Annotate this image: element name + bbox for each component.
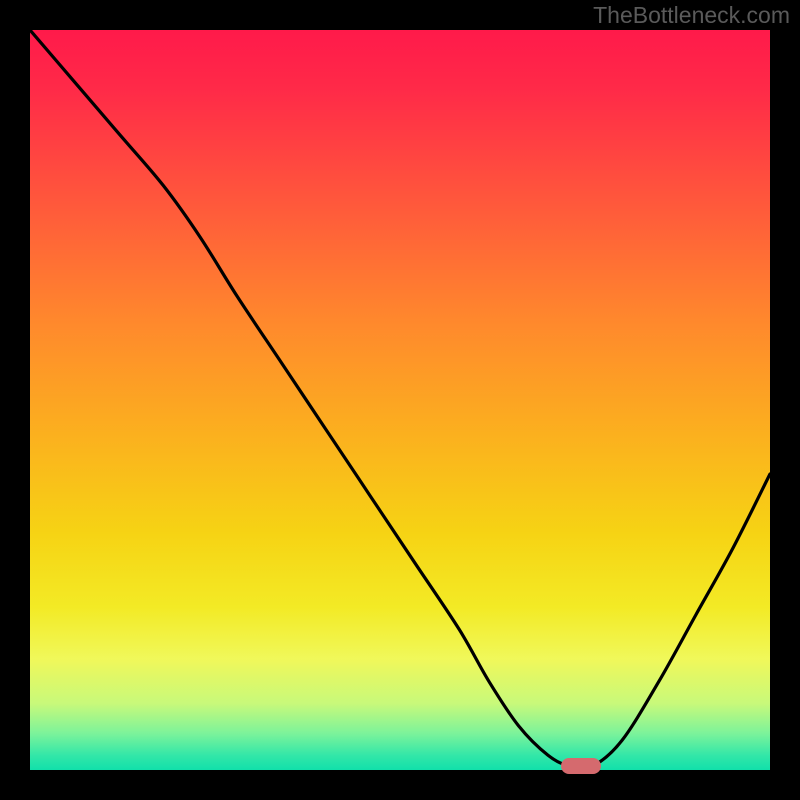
bottleneck-curve-line <box>30 30 770 769</box>
plot-area <box>30 30 770 770</box>
chart-container: TheBottleneck.com <box>0 0 800 800</box>
bottleneck-curve-svg <box>30 30 770 770</box>
watermark-text: TheBottleneck.com <box>593 2 790 29</box>
optimal-point-marker <box>561 758 601 774</box>
